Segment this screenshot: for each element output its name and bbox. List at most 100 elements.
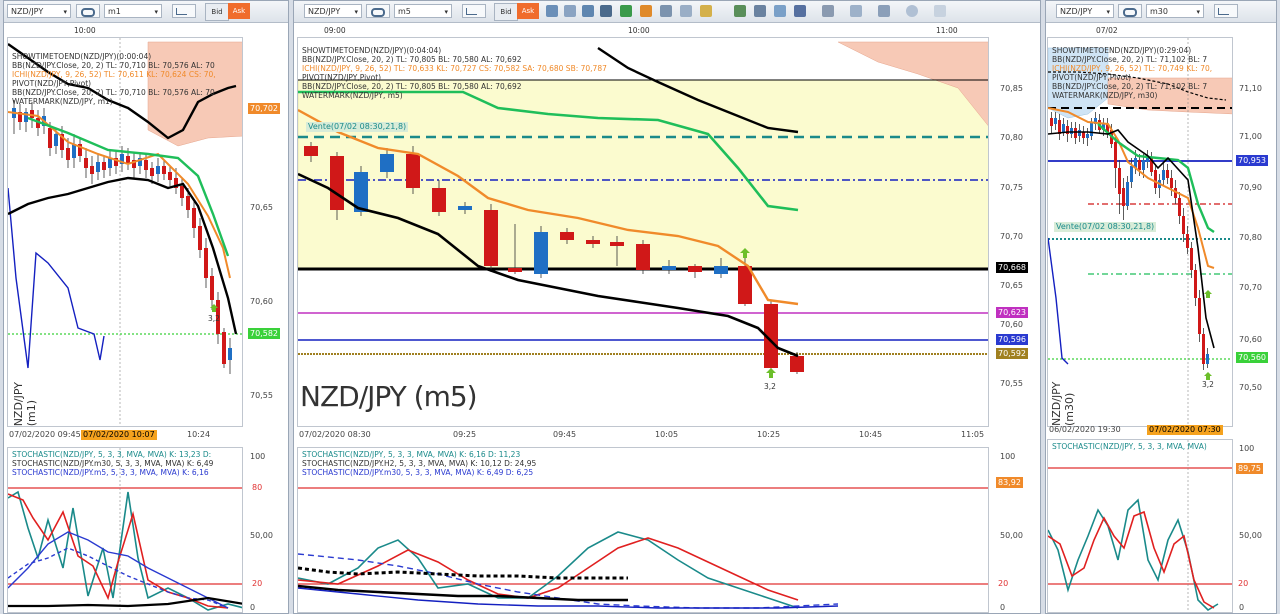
channel-icon[interactable]	[850, 5, 862, 17]
image-icon[interactable]	[734, 5, 746, 17]
indicator-icon[interactable]	[620, 5, 632, 17]
candle	[1054, 118, 1057, 124]
candle	[144, 160, 148, 170]
timeframe-select-m5[interactable]: m5 ▾	[394, 4, 452, 18]
candle	[96, 162, 100, 172]
zoom-icon[interactable]	[680, 5, 692, 17]
ask-button[interactable]: Ask	[228, 3, 250, 19]
price-tick: 70,65	[250, 203, 273, 212]
top-time-label: 10:00	[74, 26, 96, 35]
osc-tick: 0	[1000, 603, 1006, 612]
draw-line-icon[interactable]	[600, 5, 612, 17]
candle	[610, 242, 624, 246]
osc-level: 20	[252, 579, 263, 588]
indicator-line: WATERMARK(NZD/JPY, m5)	[302, 91, 403, 100]
date-label: 10:05	[655, 430, 679, 439]
arrow-up-icon	[766, 368, 776, 378]
grid-icon[interactable]	[774, 5, 786, 17]
bid-button[interactable]: Bid	[205, 3, 229, 21]
candle	[1130, 166, 1133, 182]
osc-level: 80	[252, 483, 263, 492]
chart-settings-icon[interactable]	[794, 5, 806, 17]
oscillator-chart-m30[interactable]: STOCHASTIC(NZD/JPY, 5, 3, 3, MVA, MVA)	[1047, 439, 1233, 613]
chart-pane-m1: NZD/JPY ▾ m1 ▾ Bid Ask 10:00 SHOWTIMETOEND…	[3, 0, 289, 614]
ruler-icon[interactable]	[582, 5, 594, 17]
arrow-up-icon	[1204, 372, 1212, 380]
candle	[192, 208, 196, 228]
candle	[1162, 170, 1165, 180]
oscillator-chart-m1[interactable]: STOCHASTIC(NZD/JPY, 5, 3, 3, MVA, MVA) K…	[7, 447, 243, 613]
alert-icon[interactable]	[640, 5, 652, 17]
candle	[432, 188, 446, 212]
toolbar-m5: NZD/JPY ▾ m5 ▾ Bid Ask	[294, 1, 1040, 23]
chart-pane-m5: NZD/JPY ▾ m5 ▾ Bid Ask 09:00 10:00 11:00	[293, 0, 1041, 614]
text-icon[interactable]	[660, 5, 672, 17]
candle	[204, 248, 208, 278]
chart-type-icon[interactable]	[172, 4, 196, 18]
chevron-down-icon: ▾	[444, 8, 448, 16]
layout-icon[interactable]	[754, 5, 766, 17]
date-highlight: 07/02/2020 10:07	[81, 430, 157, 440]
top-time-label: 11:00	[936, 26, 958, 35]
timeframe-label: m5	[398, 7, 411, 16]
candle	[168, 172, 172, 180]
chart-watermark: NZD/JPY (m1)	[12, 382, 38, 427]
osc-tick: 100	[1000, 452, 1016, 461]
cursor-icon[interactable]	[564, 5, 576, 17]
candle	[1118, 168, 1121, 194]
link-icon[interactable]	[366, 4, 390, 18]
chevron-down-icon: ▾	[63, 8, 67, 16]
symbol-select-m5[interactable]: NZD/JPY ▾	[304, 4, 362, 18]
price-box-current: 70,592	[996, 348, 1028, 359]
pencil-icon[interactable]	[700, 5, 712, 17]
shape-icon[interactable]	[906, 5, 918, 17]
crosshair-icon[interactable]	[546, 5, 558, 17]
link-icon[interactable]	[1118, 4, 1142, 18]
oscillator-line: STOCHASTIC(NZD/JPY, 5, 3, 3, MVA, MVA) K…	[12, 450, 212, 459]
chart-type-icon[interactable]	[462, 4, 486, 18]
price-tick: 70,55	[1000, 379, 1023, 388]
osc-level: 20	[998, 579, 1009, 588]
price-chart-m1[interactable]: SHOWTIMETOEND(NZD/JPY)(0:00:04) BB(NZD/J…	[7, 37, 243, 427]
oscillator-chart-m5[interactable]: STOCHASTIC(NZD/JPY, 5, 3, 3, MVA, MVA) K…	[297, 447, 989, 613]
candle	[156, 166, 160, 174]
indicator-line: BB(NZD/JPY.Close, 20, 2) TL: 70,805 BL: …	[302, 82, 522, 91]
price-chart-m30[interactable]: SHOWTIMETOEND(NZD/JPY)(0:29:04) BB(NZD/J…	[1047, 37, 1233, 427]
candle	[790, 356, 804, 372]
candle	[30, 110, 34, 118]
indicator-line: SHOWTIMETOEND(NZD/JPY)(0:00:04)	[12, 52, 152, 61]
dots-icon[interactable]	[934, 5, 946, 17]
ask-button[interactable]: Ask	[517, 3, 539, 19]
symbol-select-m30[interactable]: NZD/JPY ▾	[1056, 4, 1114, 18]
indicator-legend-m5: SHOWTIMETOEND(NZD/JPY)(0:04:04) BB(NZD/J…	[302, 46, 607, 100]
price-box-bid: 70,560	[1236, 352, 1268, 363]
indicator-line: BB(NZD/JPY.Close, 20, 2) TL: 70,805 BL: …	[302, 55, 522, 64]
indicator-legend-m30: SHOWTIMETOEND(NZD/JPY)(0:29:04) BB(NZD/J…	[1052, 46, 1212, 100]
oscillator-plot-m30	[1048, 440, 1232, 612]
bid-button[interactable]: Bid	[494, 3, 518, 21]
oscillator-legend-m5: STOCHASTIC(NZD/JPY, 5, 3, 3, MVA, MVA) K…	[302, 450, 536, 477]
price-tick: 70,60	[250, 297, 273, 306]
line-tool-icon[interactable]	[822, 5, 834, 17]
link-icon[interactable]	[76, 4, 100, 18]
timeframe-select-m1[interactable]: m1 ▾	[104, 4, 162, 18]
timeframe-select-m30[interactable]: m30 ▾	[1146, 4, 1204, 18]
indicator-line: SHOWTIMETOEND(NZD/JPY)(0:04:04)	[302, 46, 442, 55]
fibonacci-icon[interactable]	[878, 5, 890, 17]
price-box-current: 70,702	[248, 103, 280, 114]
candle	[534, 232, 548, 274]
chart-type-icon[interactable]	[1214, 4, 1238, 18]
time-axis-m1: 07/02/2020 09:45 07/02/2020 10:07 10:24	[7, 430, 243, 442]
osc-tick: 50,00	[1239, 531, 1262, 540]
price-chart-m5[interactable]: SHOWTIMETOEND(NZD/JPY)(0:04:04) BB(NZD/J…	[297, 37, 989, 427]
candle	[636, 244, 650, 270]
candle	[198, 226, 202, 250]
candle	[1194, 270, 1197, 298]
candle	[102, 162, 106, 170]
candle	[1206, 354, 1209, 364]
osc-level: 89,75	[1236, 463, 1263, 474]
indicator-line: WATERMARK(NZD/JPY, m30)	[1052, 91, 1158, 100]
symbol-select-m1[interactable]: NZD/JPY ▾	[7, 4, 71, 18]
price-tick: 71,00	[1239, 132, 1262, 141]
oscillator-line: STOCHASTIC(NZD/JPY, 5, 3, 3, MVA, MVA) K…	[302, 450, 521, 459]
